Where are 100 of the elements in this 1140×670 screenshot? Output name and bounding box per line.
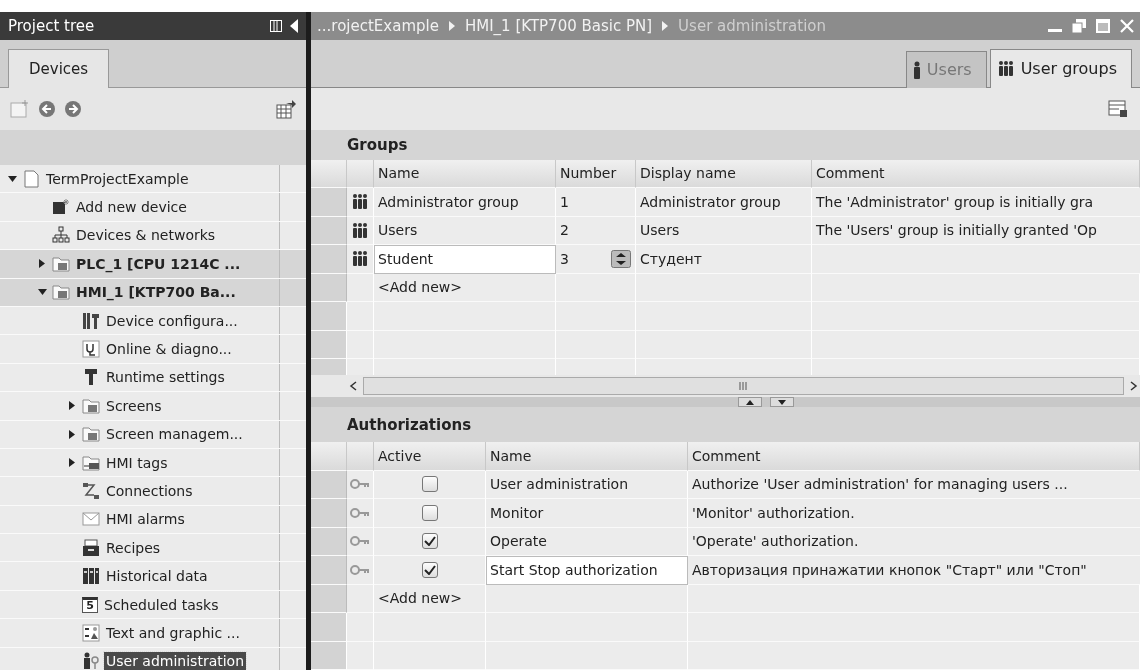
close-icon[interactable] bbox=[1120, 18, 1134, 33]
wrench-icon bbox=[82, 368, 100, 387]
expand-arrow-icon[interactable] bbox=[69, 401, 75, 411]
table-cell: Administrator group bbox=[374, 188, 556, 217]
key-icon bbox=[350, 507, 370, 518]
table-cell: User administration bbox=[486, 470, 688, 499]
folder-icon bbox=[82, 453, 100, 472]
tab[interactable]: Devices bbox=[8, 49, 110, 88]
diagnostics-icon bbox=[82, 340, 100, 359]
tree-item[interactable]: Scheduled tasks bbox=[102, 595, 221, 614]
maximize-icon[interactable] bbox=[1096, 18, 1110, 33]
breadcrumb-item: User administration bbox=[678, 16, 827, 35]
row-header[interactable] bbox=[311, 245, 347, 274]
column-header[interactable]: Comment bbox=[812, 159, 1140, 189]
row-header[interactable] bbox=[311, 216, 347, 246]
table-cell: 2 bbox=[560, 222, 569, 239]
tree-item[interactable]: Screens bbox=[104, 396, 164, 415]
restore-icon[interactable] bbox=[1072, 18, 1086, 33]
lock-table-icon[interactable] bbox=[1108, 99, 1128, 118]
binders-icon bbox=[82, 567, 100, 586]
tree-item[interactable]: Recipes bbox=[104, 538, 163, 557]
checkbox[interactable] bbox=[421, 504, 438, 521]
horizontal-scrollbar[interactable] bbox=[363, 377, 1124, 396]
row-header[interactable] bbox=[311, 556, 347, 585]
panel-title: Project tree bbox=[8, 17, 96, 35]
row-header[interactable] bbox=[311, 527, 347, 556]
table-cell: 'Operate' authorization. bbox=[688, 527, 1140, 556]
tab[interactable]: User groups bbox=[989, 48, 1132, 88]
splitter-up-button[interactable] bbox=[737, 397, 762, 408]
column-header[interactable]: Name bbox=[486, 442, 688, 471]
checkbox[interactable] bbox=[421, 561, 438, 578]
table-cell bbox=[347, 330, 374, 360]
folder-icon bbox=[82, 396, 100, 415]
table-cell: The 'Users' group is initially granted 'Op bbox=[812, 216, 1140, 246]
table-cell: Monitor bbox=[486, 499, 688, 528]
column-header[interactable]: Comment bbox=[688, 442, 1140, 471]
tree-item[interactable]: PLC_1 [CPU 1214C ... bbox=[74, 254, 243, 273]
column-header[interactable]: Active bbox=[374, 442, 486, 471]
column-header[interactable]: Name bbox=[374, 159, 556, 189]
table-cell: 3 bbox=[560, 250, 569, 267]
row-header[interactable] bbox=[311, 273, 347, 303]
row-header[interactable] bbox=[311, 584, 347, 613]
people-icon bbox=[351, 193, 369, 211]
row-header[interactable] bbox=[311, 188, 347, 217]
breadcrumb-arrow-icon bbox=[448, 20, 455, 31]
name-field[interactable]: Student bbox=[374, 245, 556, 274]
table-cell bbox=[347, 641, 374, 670]
expand-arrow-icon[interactable] bbox=[69, 429, 75, 439]
key-icon bbox=[350, 536, 370, 547]
collapse-arrow-icon[interactable] bbox=[7, 175, 17, 182]
collapse-icon[interactable] bbox=[290, 19, 298, 33]
folder-icon bbox=[52, 283, 70, 302]
section-title: Authorizations bbox=[347, 415, 472, 434]
caret-up-icon bbox=[745, 399, 754, 405]
layout-icon[interactable] bbox=[270, 20, 282, 32]
key-icon bbox=[350, 564, 370, 575]
table-cell: Administrator group bbox=[636, 188, 812, 217]
checkmark-icon bbox=[423, 536, 436, 547]
table-cell: 'Monitor' authorization. bbox=[688, 499, 1140, 528]
add-new-entry[interactable]: <Add new> bbox=[374, 273, 556, 303]
column-header[interactable]: Display name bbox=[636, 159, 812, 189]
checkbox[interactable] bbox=[421, 533, 438, 550]
connection-icon bbox=[82, 482, 100, 500]
tree-item[interactable]: HMI_1 [KTP700 Ba... bbox=[74, 283, 238, 302]
forward-icon[interactable] bbox=[64, 100, 82, 118]
column-header[interactable]: Number bbox=[556, 159, 636, 189]
checkbox[interactable] bbox=[421, 476, 438, 493]
table-cell: 1 bbox=[560, 193, 569, 210]
tree-item[interactable]: Connections bbox=[104, 482, 195, 500]
tree-item[interactable]: HMI alarms bbox=[104, 510, 187, 529]
calendar-icon: 5 bbox=[82, 596, 98, 613]
row-header[interactable] bbox=[311, 470, 347, 499]
table-cell: Users bbox=[636, 216, 812, 246]
user-key-icon bbox=[82, 652, 100, 670]
tree-item[interactable]: HMI tags bbox=[104, 453, 170, 472]
table-export-icon[interactable] bbox=[276, 99, 296, 119]
person-icon bbox=[912, 60, 921, 79]
expand-arrow-icon[interactable] bbox=[69, 458, 75, 468]
table-cell: Authorize 'User administration' for managing users ... bbox=[688, 470, 1140, 499]
collapse-arrow-icon[interactable] bbox=[37, 289, 47, 296]
folder-icon bbox=[82, 425, 100, 444]
drawer-icon bbox=[82, 538, 100, 557]
back-icon[interactable] bbox=[38, 100, 56, 118]
new-group-icon[interactable] bbox=[10, 100, 30, 118]
folder-icon bbox=[52, 254, 70, 273]
name-field[interactable]: Start Stop authorization bbox=[486, 556, 688, 585]
splitter-down-button[interactable] bbox=[769, 397, 794, 408]
key-icon bbox=[350, 479, 370, 490]
expand-arrow-icon[interactable] bbox=[39, 259, 45, 269]
spinner-icon[interactable] bbox=[611, 249, 631, 268]
row-header[interactable] bbox=[311, 499, 347, 528]
table-cell: Студент bbox=[636, 245, 812, 274]
add-new-entry[interactable]: <Add new> bbox=[374, 584, 486, 613]
table-cell bbox=[347, 302, 374, 331]
tree-item[interactable]: User administration bbox=[104, 652, 247, 670]
envelope-icon bbox=[82, 510, 100, 529]
table-cell: Авторизация принажатии кнопок "Старт" или "Стоп" bbox=[688, 556, 1140, 585]
column-header bbox=[347, 442, 374, 471]
grip-icon bbox=[739, 382, 748, 391]
breadcrumb-arrow-icon bbox=[662, 20, 669, 31]
